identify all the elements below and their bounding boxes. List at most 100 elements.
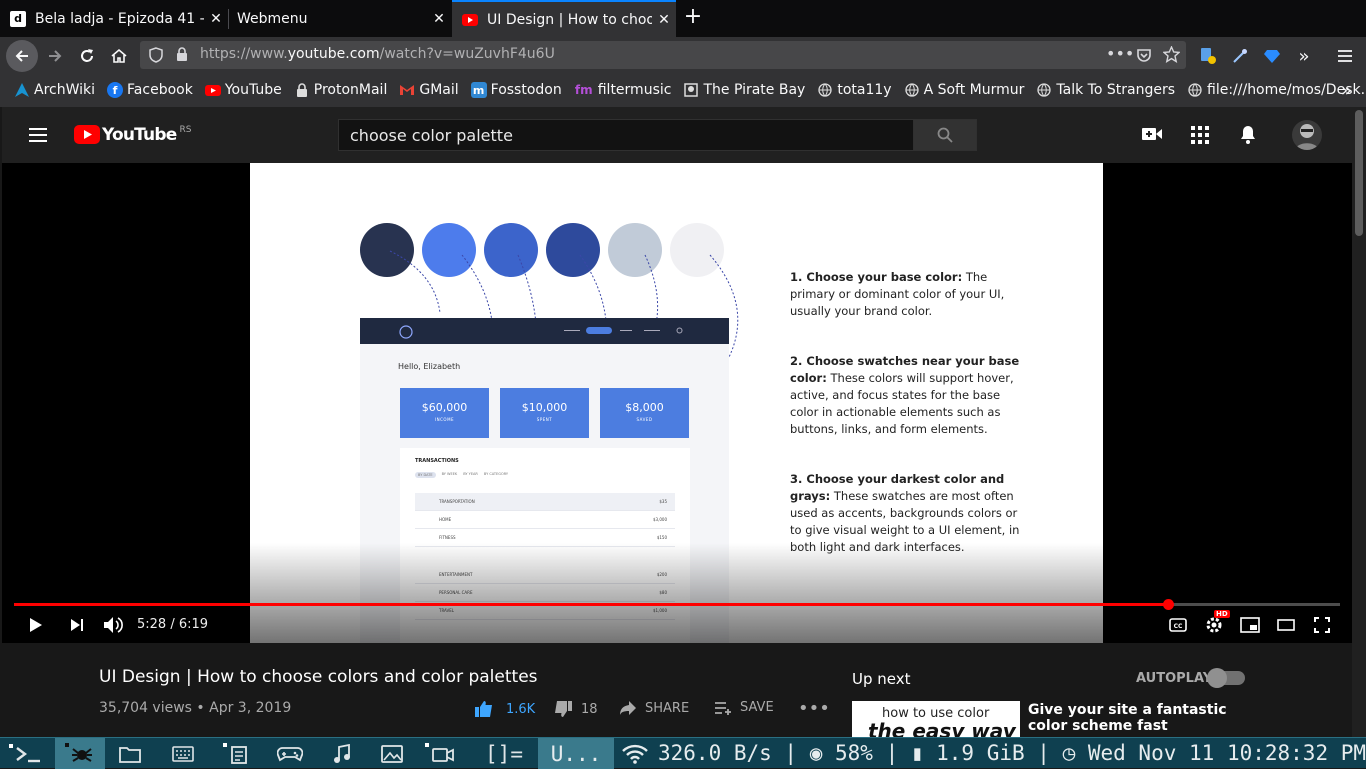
youtube-icon [74, 125, 100, 144]
bookmark-tota11y[interactable]: tota11y [817, 82, 892, 98]
create-video-icon[interactable] [1142, 126, 1162, 142]
search-button[interactable] [913, 119, 977, 151]
overflow-button[interactable]: » [1290, 42, 1318, 70]
spider-icon [65, 742, 92, 762]
bookmark-pirate-bay[interactable]: The Pirate Bay [683, 82, 805, 98]
close-icon[interactable]: ✕ [204, 11, 228, 27]
play-button[interactable] [24, 613, 48, 637]
youtube-logo[interactable]: YouTube RS [74, 125, 191, 145]
video-launcher[interactable] [418, 738, 462, 769]
autoplay-toggle[interactable] [1207, 668, 1245, 688]
gem-extension-button[interactable] [1258, 42, 1286, 70]
bookmark-fosstodon[interactable]: m Fosstodon [470, 82, 562, 98]
terminal-launcher[interactable] [0, 738, 50, 769]
pocket-icon[interactable] [1136, 47, 1152, 63]
hamburger-icon [1338, 50, 1352, 62]
filter-pill: BY CATEGORY [483, 472, 509, 476]
url-bar[interactable]: https://www.youtube.com/watch?v=wuZuvhF4… [140, 41, 1186, 69]
url-text: https://www.youtube.com/watch?v=wuZuvhF4… [200, 46, 555, 62]
url-host: youtube.com [287, 46, 380, 62]
progress-scrubber[interactable] [1162, 599, 1174, 610]
bookmark-local-file[interactable]: file:///home/mos/Desk... [1187, 82, 1366, 98]
bookmark-youtube[interactable]: YouTube [204, 82, 282, 98]
apps-grid-icon[interactable] [1191, 126, 1209, 144]
like-button[interactable]: 1.6K [474, 700, 535, 718]
scrollbar-thumb[interactable] [1355, 110, 1363, 236]
share-label: SHARE [645, 700, 690, 716]
bookmark-label: tota11y [837, 82, 892, 98]
progress-bar[interactable] [14, 603, 1340, 606]
volume-button[interactable] [101, 613, 125, 637]
search-input[interactable]: choose color palette [338, 119, 914, 151]
home-button[interactable] [105, 42, 133, 70]
captions-button[interactable]: CC [1166, 613, 1190, 637]
more-actions-icon[interactable]: ••• [1106, 44, 1134, 63]
bookmark-gmail[interactable]: GMail [399, 82, 459, 98]
keyboard-launcher[interactable] [163, 738, 203, 769]
mockup-navbar [360, 318, 729, 344]
tab-webmenu[interactable]: Webmenu ✕ [229, 0, 451, 37]
save-button[interactable]: SAVE [714, 700, 774, 715]
dislike-button[interactable]: 18 [553, 700, 598, 718]
active-window-title[interactable]: U... [538, 738, 614, 769]
close-icon[interactable]: ✕ [427, 11, 451, 27]
more-options-icon[interactable]: ••• [798, 698, 830, 719]
next-video-thumbnail[interactable]: how to use color the easy way [852, 701, 1020, 741]
extension-button[interactable] [1194, 42, 1222, 70]
fullscreen-button[interactable] [1310, 613, 1334, 637]
bookmark-soft-murmur[interactable]: A Soft Murmur [904, 82, 1024, 98]
extension-icon [1201, 48, 1216, 64]
share-button[interactable]: SHARE [619, 700, 689, 716]
miniplayer-button[interactable] [1238, 613, 1262, 637]
chevron-double-right-icon[interactable]: » [1341, 80, 1352, 101]
bookmark-filtermusic[interactable]: fm filtermusic [574, 82, 672, 98]
home-icon [111, 48, 127, 63]
images-launcher[interactable] [372, 738, 412, 769]
back-button[interactable] [6, 40, 38, 72]
card-label: SAVED [636, 417, 653, 422]
next-button[interactable] [65, 613, 89, 637]
file-manager-launcher[interactable] [110, 738, 150, 769]
tab-bela-ladja[interactable]: d Bela ladja - Epizoda 41 - V ✕ [0, 0, 228, 37]
hamburger-icon[interactable] [28, 127, 48, 143]
image-icon [381, 744, 403, 763]
documents-launcher[interactable] [215, 738, 259, 769]
avatar[interactable] [1292, 120, 1322, 150]
forward-button[interactable] [41, 42, 69, 70]
close-icon[interactable]: ✕ [652, 12, 676, 28]
transaction-name: TRANSPORTATION [439, 499, 475, 504]
new-tab-button[interactable]: + [681, 6, 705, 30]
menu-button[interactable] [1331, 42, 1359, 70]
closed-captions-icon: CC [1169, 618, 1187, 632]
workspace-spider[interactable] [55, 738, 105, 769]
star-icon[interactable] [1163, 46, 1180, 63]
games-launcher[interactable] [270, 738, 310, 769]
bookmark-protonmail[interactable]: ProtonMail [294, 82, 387, 98]
video-camera-icon [425, 742, 454, 762]
layout-indicator[interactable]: []= [476, 738, 532, 769]
bookmark-archwiki[interactable]: ArchWiki [14, 82, 95, 98]
colorpicker-button[interactable] [1226, 42, 1254, 70]
card-amount: $8,000 [625, 401, 664, 414]
mockup-nav-link [564, 330, 580, 331]
bookmark-facebook[interactable]: f Facebook [107, 82, 193, 98]
up-next-heading: Up next [852, 670, 911, 688]
card-label: SPENT [536, 417, 553, 422]
reload-button[interactable] [73, 42, 101, 70]
slide-point-2: 2. Choose swatches near your base color:… [790, 353, 1030, 438]
tab-ui-design[interactable]: UI Design | How to choose ✕ [452, 0, 676, 37]
settings-button[interactable]: HD [1202, 610, 1230, 637]
video-meta: 35,704 views • Apr 3, 2019 [99, 700, 292, 716]
save-label: SAVE [740, 700, 774, 715]
gmail-icon [399, 82, 415, 98]
mockup-active-tab [586, 327, 612, 334]
bookmark-talk-to-strangers[interactable]: Talk To Strangers [1036, 82, 1175, 98]
theater-mode-button[interactable] [1274, 613, 1298, 637]
video-player[interactable]: Hello, Elizabeth $60,000 INCOME $10,000 … [2, 163, 1352, 643]
bell-icon[interactable] [1240, 125, 1256, 144]
music-launcher[interactable] [322, 738, 362, 769]
youtube-header: YouTube RS choose color palette [2, 107, 1352, 163]
next-video-title[interactable]: Give your site a fantastic color scheme … [1028, 702, 1248, 734]
facebook-icon: f [107, 82, 124, 98]
filtermusic-icon: fm [574, 83, 593, 97]
